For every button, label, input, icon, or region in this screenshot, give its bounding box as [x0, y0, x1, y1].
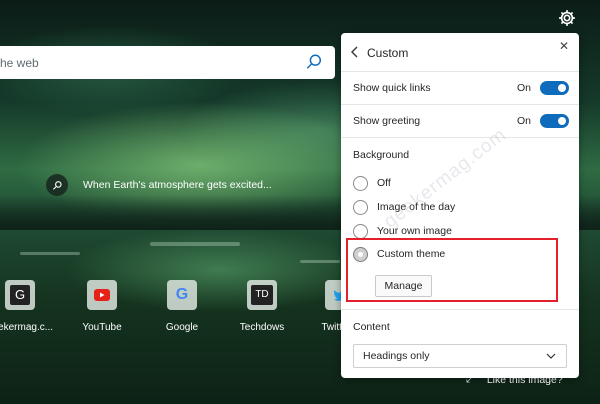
custom-settings-panel: Custom ✕ Show quick links On Show greeti… — [341, 33, 579, 378]
ice-floe — [300, 260, 340, 263]
search-placeholder: he web — [0, 55, 39, 70]
toggle-state: On — [516, 82, 531, 94]
show-quick-links-row: Show quick links On — [353, 77, 569, 99]
settings-gear-icon[interactable] — [556, 8, 578, 30]
chevron-down-icon — [546, 353, 556, 359]
quick-link-tile[interactable]: G Google — [142, 280, 222, 333]
background-heading: Background — [353, 149, 410, 161]
g-letter-icon: G — [5, 280, 35, 310]
magnifier-icon — [46, 174, 68, 196]
quick-link-tile[interactable]: YouTube — [62, 280, 142, 333]
divider — [341, 104, 579, 105]
quick-link-label: Techdows — [239, 322, 285, 333]
close-icon[interactable]: ✕ — [559, 39, 571, 53]
search-icon[interactable] — [305, 53, 323, 71]
quick-link-tile[interactable]: TD Techdows — [222, 280, 302, 333]
background-option-off[interactable]: Off — [353, 174, 391, 192]
row-label: Show greeting — [353, 115, 421, 127]
ice-floe — [150, 242, 240, 246]
divider — [341, 309, 579, 310]
panel-title: Custom — [367, 46, 409, 60]
google-icon: G — [167, 280, 197, 310]
radio-button[interactable] — [353, 175, 368, 191]
caption-text: When Earth's atmosphere gets excited... — [83, 179, 272, 191]
td-letter-icon: TD — [247, 280, 277, 310]
back-chevron-icon[interactable] — [349, 45, 361, 59]
toggle-state: On — [516, 115, 531, 127]
quick-links-toggle[interactable] — [540, 81, 569, 95]
quick-link-tile[interactable]: G geekermag.c... — [0, 280, 60, 333]
youtube-icon — [87, 280, 117, 310]
quick-link-label: geekermag.c... — [0, 322, 54, 333]
divider — [341, 137, 579, 138]
content-select[interactable]: Headings only — [353, 344, 567, 368]
quick-link-label: Google — [165, 322, 199, 333]
ice-floe — [20, 252, 80, 255]
divider — [341, 71, 579, 72]
highlight-box — [346, 238, 558, 302]
radio-label: Off — [377, 177, 391, 189]
content-selected-value: Headings only — [363, 350, 430, 362]
show-greeting-row: Show greeting On — [353, 110, 569, 132]
radio-button[interactable] — [353, 199, 368, 215]
content-heading: Content — [353, 321, 390, 333]
row-label: Show quick links — [353, 82, 431, 94]
radio-button[interactable] — [353, 223, 368, 239]
greeting-toggle[interactable] — [540, 114, 569, 128]
search-input[interactable]: he web — [0, 46, 335, 79]
panel-header: Custom ✕ — [341, 33, 579, 71]
image-caption[interactable]: When Earth's atmosphere gets excited... — [46, 174, 272, 196]
quick-link-label: YouTube — [82, 322, 122, 333]
